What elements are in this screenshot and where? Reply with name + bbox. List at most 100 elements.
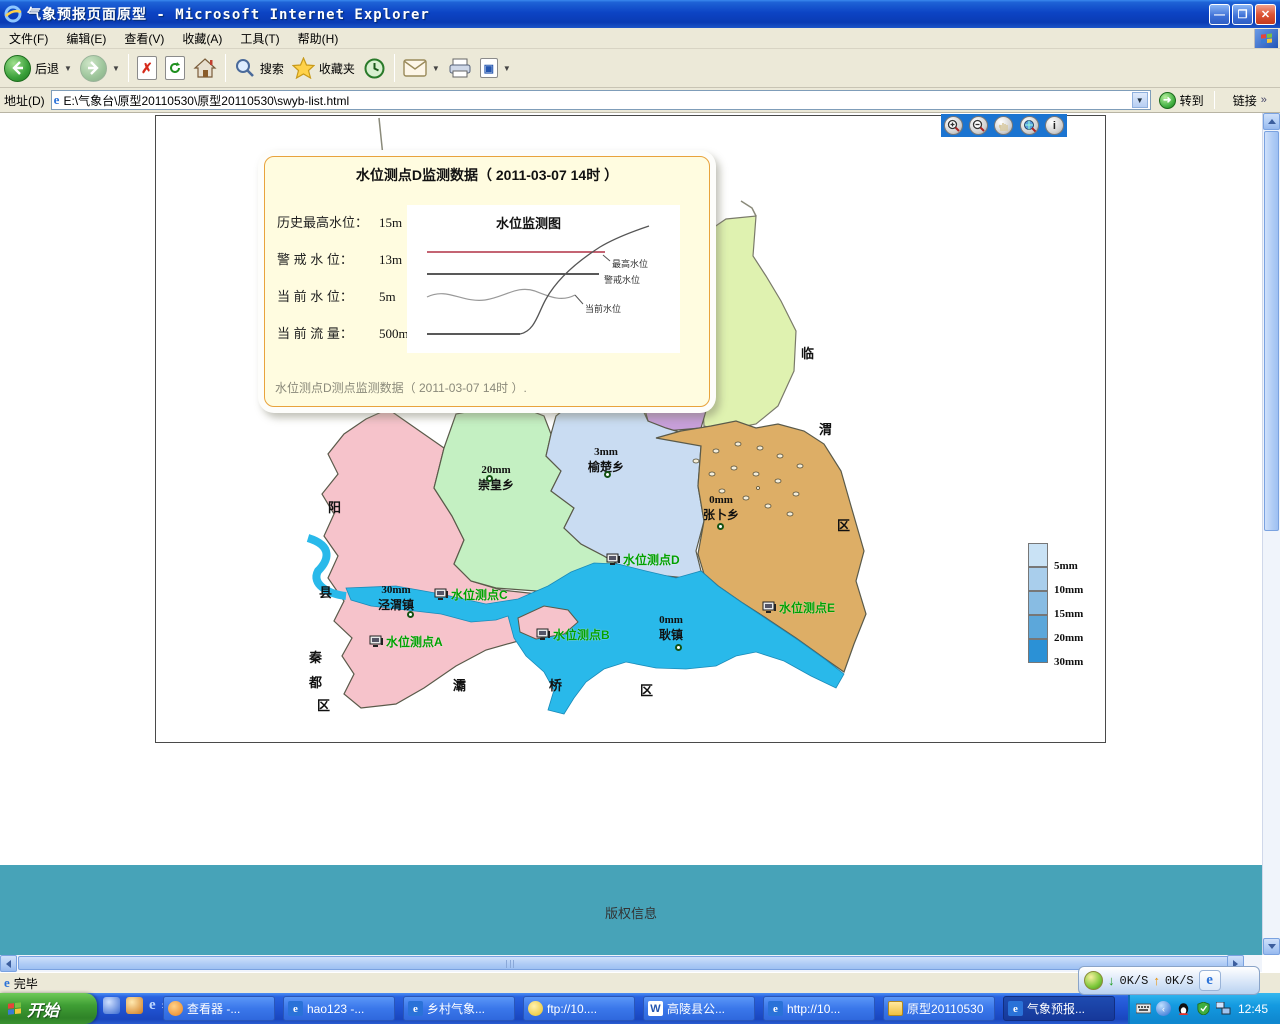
print-button[interactable] xyxy=(444,51,476,85)
village-dot xyxy=(407,611,414,618)
network-icon[interactable] xyxy=(1216,1002,1231,1015)
favorites-button[interactable]: 收藏夹 xyxy=(288,51,359,85)
address-dropdown-icon[interactable]: ▼ xyxy=(1132,92,1148,108)
menu-favorites[interactable]: 收藏(A) xyxy=(173,28,231,49)
tray-chevron-icon[interactable]: ‹ xyxy=(1156,1001,1171,1016)
district-char: 桥 xyxy=(549,675,562,694)
village-gengzhen[interactable]: 0mm 耿镇 xyxy=(641,614,701,643)
legend-swatch xyxy=(1028,543,1048,567)
scroll-down-button[interactable] xyxy=(1263,938,1280,955)
vertical-scrollbar[interactable] xyxy=(1262,113,1280,955)
refresh-icon xyxy=(165,56,185,80)
ie-widget-icon[interactable]: e xyxy=(1199,970,1221,991)
popup-panel: 水位测点D监测数据（ 2011-03-07 14时 ） 历史最高水位： 15m … xyxy=(264,156,710,407)
forward-arrow-icon xyxy=(80,55,107,82)
edit-icon: ▣ xyxy=(480,58,498,78)
zoom-in-icon[interactable] xyxy=(944,116,963,135)
menu-tools[interactable]: 工具(T) xyxy=(231,28,288,49)
village-jingwei[interactable]: 30mm 泾渭镇 xyxy=(361,584,431,613)
task-folder[interactable]: 原型20110530 xyxy=(883,996,995,1021)
village-dot xyxy=(675,644,682,651)
mail-button[interactable]: ▼ xyxy=(399,51,444,85)
station-A[interactable]: 水位测点A xyxy=(369,633,443,650)
task-http[interactable]: e http://10... xyxy=(763,996,875,1021)
back-dropdown-icon[interactable]: ▼ xyxy=(64,64,72,73)
ie-quick-icon[interactable]: e xyxy=(149,997,156,1014)
field-value: 13m xyxy=(379,252,402,268)
address-value[interactable]: E:\气象台\原型20110530\原型20110530\swyb-list.h… xyxy=(63,92,1131,109)
popup-detail-link[interactable]: 水位测点D测点监测数据（ 2011-03-07 14时 ）. xyxy=(275,379,527,396)
horizontal-scrollbar[interactable] xyxy=(0,955,1262,972)
search-button[interactable]: 搜索 xyxy=(230,51,288,85)
rain-value: 0mm xyxy=(686,494,756,506)
screen: 气象预报页面原型 - Microsoft Internet Explorer —… xyxy=(0,0,1280,1024)
task-ftp[interactable]: ftp://10.... xyxy=(523,996,635,1021)
refresh-button[interactable] xyxy=(161,51,189,85)
pan-hand-icon[interactable] xyxy=(994,116,1013,135)
district-char: 区 xyxy=(837,515,850,534)
map-boundary-line xyxy=(741,201,756,216)
home-button[interactable] xyxy=(189,51,221,85)
maximize-button[interactable]: ❐ xyxy=(1232,4,1253,25)
net-speed-widget[interactable]: ↓ 0K/S ↑ 0K/S e xyxy=(1078,966,1260,995)
scroll-up-button[interactable] xyxy=(1263,113,1280,130)
ie-icon: e xyxy=(288,1001,303,1016)
station-D[interactable]: 水位测点D xyxy=(606,551,680,568)
popup-title: 水位测点D监测数据（ 2011-03-07 14时 ） xyxy=(265,165,709,185)
tray-clock[interactable]: 12:45 xyxy=(1238,1002,1268,1016)
task-label: hao123 -... xyxy=(307,1002,364,1016)
vertical-scroll-thumb[interactable] xyxy=(1264,131,1279,531)
taskbar: 开始 e » 查看器 -... e hao123 -... e 乡村气象... … xyxy=(0,993,1280,1024)
monitor-icon xyxy=(369,635,384,649)
menu-help[interactable]: 帮助(H) xyxy=(289,28,348,49)
task-weather-prototype[interactable]: e 气象预报... xyxy=(1003,996,1115,1021)
task-viewer[interactable]: 查看器 -... xyxy=(163,996,275,1021)
station-label: 水位测点A xyxy=(386,633,443,650)
copyright-text: 版权信息 xyxy=(0,903,1262,922)
task-label: ftp://10.... xyxy=(547,1002,597,1016)
address-input[interactable]: e E:\气象台\原型20110530\原型20110530\swyb-list… xyxy=(51,90,1151,110)
task-hao123[interactable]: e hao123 -... xyxy=(283,996,395,1021)
full-extent-globe-icon[interactable] xyxy=(1020,116,1039,135)
shield-icon[interactable] xyxy=(1196,1002,1211,1015)
info-icon[interactable]: i xyxy=(1045,116,1064,135)
forward-button[interactable]: ▼ xyxy=(76,51,124,85)
leader-line xyxy=(603,255,610,261)
menu-view[interactable]: 查看(V) xyxy=(115,28,173,49)
map-toolbar: i xyxy=(941,114,1067,137)
links-button[interactable]: 链接 » xyxy=(1233,92,1267,109)
task-word-doc[interactable]: W 高陵县公... xyxy=(643,996,755,1021)
go-button[interactable]: ➜ 转到 xyxy=(1159,92,1204,109)
ie-icon: e xyxy=(768,1001,783,1016)
station-C[interactable]: 水位测点C xyxy=(434,586,508,603)
links-label: 链接 xyxy=(1233,92,1257,109)
horizontal-scroll-thumb[interactable] xyxy=(18,956,1243,970)
edit-dropdown-icon[interactable]: ▼ xyxy=(503,64,511,73)
close-button[interactable]: ✕ xyxy=(1255,4,1276,25)
page-icon: e xyxy=(54,92,60,108)
village-chonghuang[interactable]: 20mm 崇皇乡 xyxy=(461,464,531,493)
rain-value: 3mm xyxy=(571,446,641,458)
menu-file[interactable]: 文件(F) xyxy=(0,28,57,49)
monitor-icon xyxy=(762,601,777,615)
minimize-button[interactable]: — xyxy=(1209,4,1230,25)
stop-button[interactable]: ✗ xyxy=(133,51,161,85)
task-rural-weather[interactable]: e 乡村气象... xyxy=(403,996,515,1021)
forward-dropdown-icon[interactable]: ▼ xyxy=(112,64,120,73)
menu-edit[interactable]: 编辑(E) xyxy=(57,28,115,49)
edit-button[interactable]: ▣ ▼ xyxy=(476,51,515,85)
back-button[interactable]: 后退 ▼ xyxy=(0,51,76,85)
messenger-icon[interactable] xyxy=(103,997,120,1014)
media-icon[interactable] xyxy=(126,997,143,1014)
history-button[interactable] xyxy=(359,51,390,85)
upload-arrow-icon: ↑ xyxy=(1153,973,1160,988)
station-B[interactable]: 水位测点B xyxy=(536,626,610,643)
zoom-out-icon[interactable] xyxy=(969,116,988,135)
mail-dropdown-icon[interactable]: ▼ xyxy=(432,64,440,73)
qq-icon[interactable] xyxy=(1176,1002,1191,1015)
village-zhangbu[interactable]: 0mm 张卜乡 xyxy=(686,494,756,523)
start-button[interactable]: 开始 xyxy=(0,993,97,1024)
station-E[interactable]: 水位测点E xyxy=(762,599,835,616)
keyboard-icon[interactable] xyxy=(1136,1002,1151,1015)
scroll-left-button[interactable] xyxy=(0,955,17,972)
